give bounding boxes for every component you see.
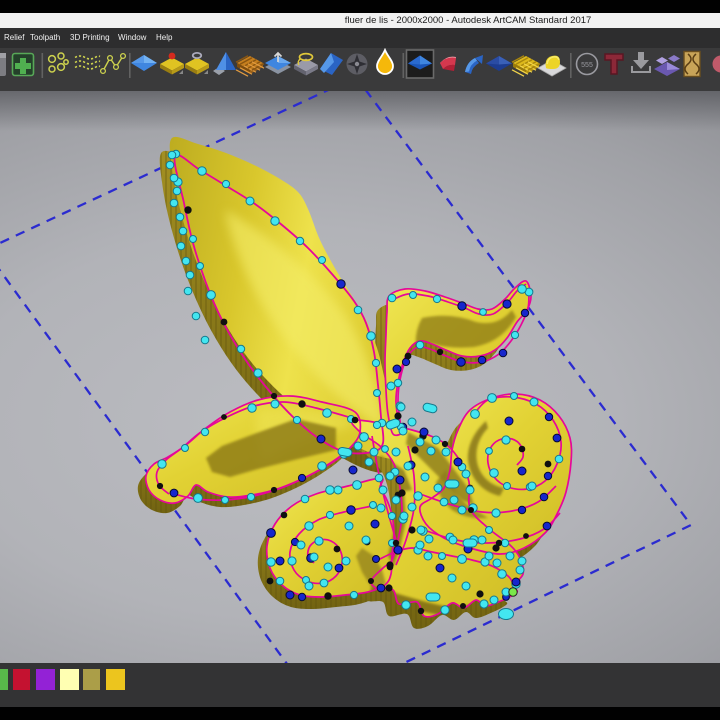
svg-text:555: 555: [581, 62, 593, 69]
